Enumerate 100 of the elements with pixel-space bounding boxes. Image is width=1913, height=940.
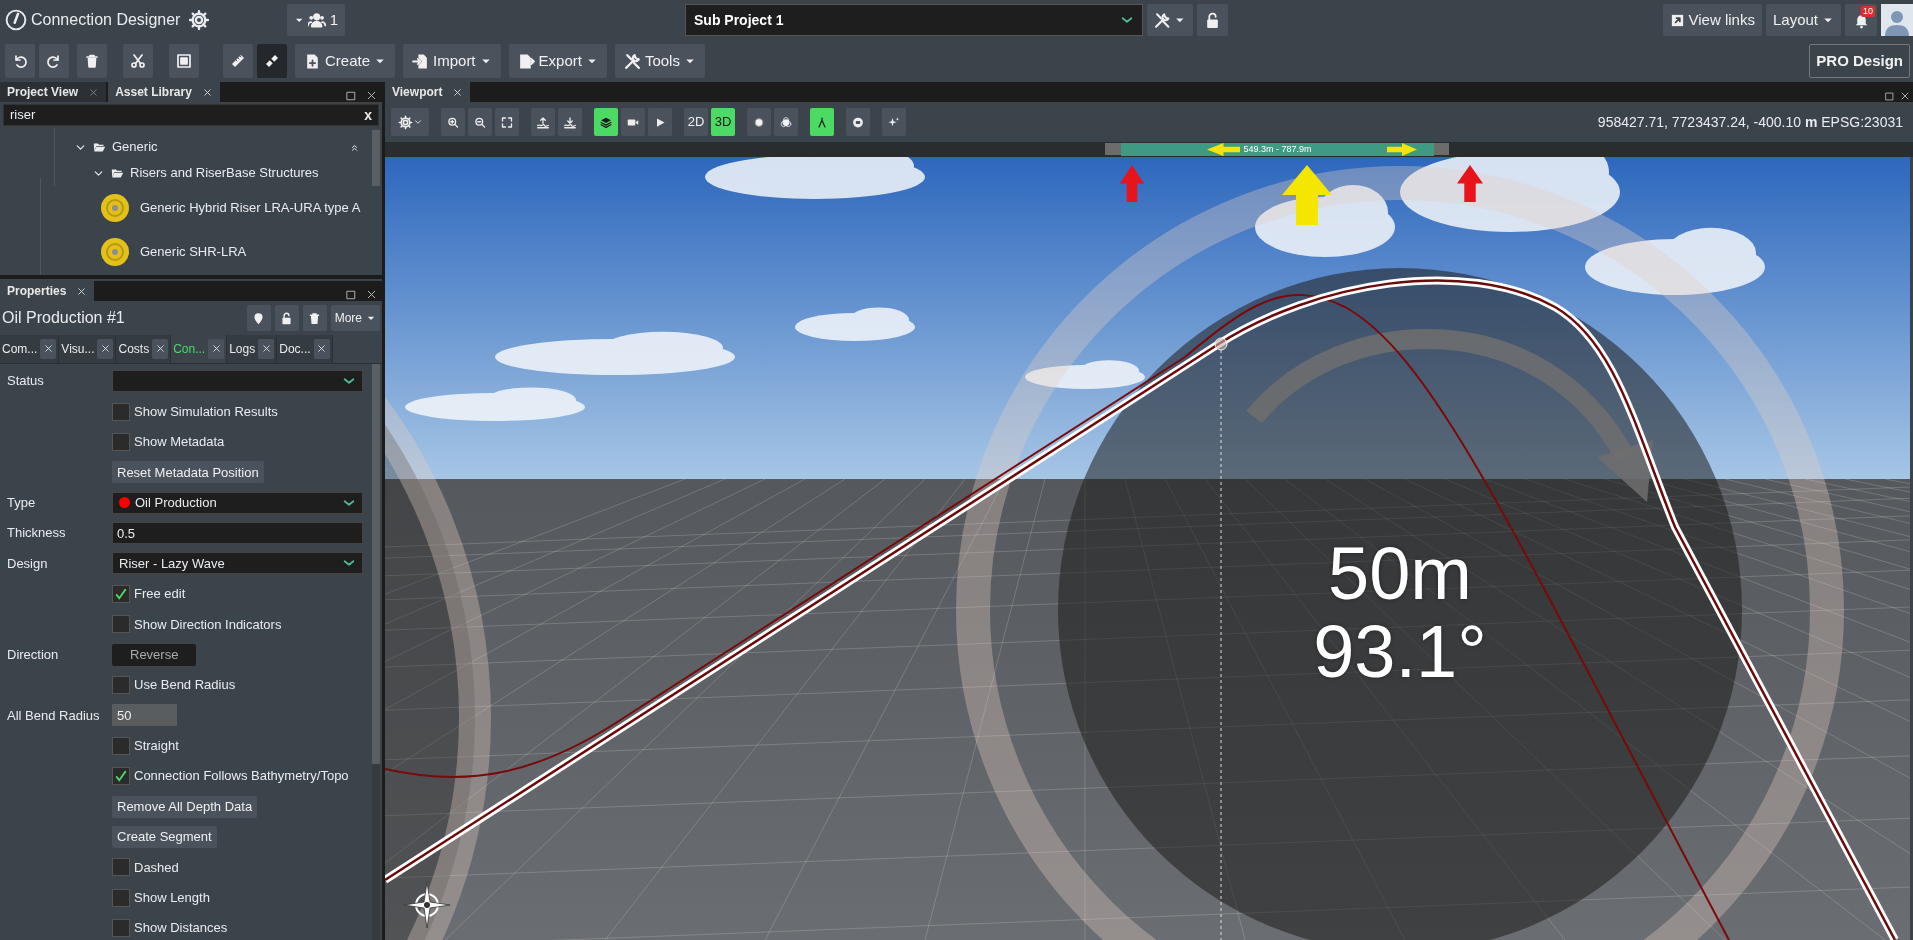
clear-search-button[interactable]: x: [364, 104, 372, 126]
asset-item[interactable]: Generic Hybrid Riser LRA-URA type A: [140, 198, 361, 218]
locate-button[interactable]: [246, 305, 271, 332]
checkbox[interactable]: [112, 858, 130, 877]
checkbox[interactable]: [112, 888, 130, 907]
camera-button[interactable]: [621, 108, 645, 136]
action-button[interactable]: Reset Metadata Position: [112, 461, 264, 484]
tab[interactable]: Doc...: [277, 334, 333, 363]
scrollbar-thumb[interactable]: [372, 130, 380, 186]
delete-button[interactable]: [77, 44, 107, 78]
checkbox-label[interactable]: Show Simulation Results: [134, 401, 278, 422]
gauge-icon: [5, 9, 27, 31]
lock-button[interactable]: [1197, 4, 1228, 36]
action-button[interactable]: Create Segment: [112, 826, 217, 848]
play-button[interactable]: [648, 108, 672, 136]
close-tab-button[interactable]: [97, 338, 114, 359]
sphere-button[interactable]: [747, 108, 771, 136]
checkbox-label[interactable]: Show Metadata: [134, 432, 225, 452]
compass-icon[interactable]: [402, 880, 452, 930]
close-tab-button[interactable]: [313, 338, 330, 359]
checkbox-label[interactable]: Connection Follows Bathymetry/Topo: [134, 766, 349, 786]
close-tab-button[interactable]: [40, 338, 57, 359]
timeline-handle[interactable]: [1105, 143, 1121, 155]
timeline-handle[interactable]: [1434, 143, 1449, 155]
notifications-button[interactable]: 10: [1845, 4, 1877, 36]
trash-icon: [84, 53, 100, 69]
tab[interactable]: Visu...: [59, 334, 117, 363]
tab[interactable]: Com...: [0, 334, 60, 363]
tree-folder[interactable]: Risers and RiserBase Structures: [130, 163, 319, 183]
pro-design-button[interactable]: PRO Design: [1809, 44, 1910, 78]
panel-tab[interactable]: Asset Library: [108, 82, 220, 102]
zoom-in-button[interactable]: [441, 108, 465, 136]
checkbox-label[interactable]: Show Length: [134, 888, 210, 908]
tools-menu-button[interactable]: [1147, 4, 1193, 36]
ruler-icon: [230, 53, 246, 69]
view-mode-button[interactable]: 2D: [684, 108, 708, 136]
tab[interactable]: Costs: [116, 334, 172, 363]
settings-icon[interactable]: [188, 9, 211, 31]
layout-button[interactable]: Layout: [1765, 4, 1841, 36]
checkbox[interactable]: [112, 402, 130, 421]
select-field[interactable]: Oil Production: [112, 491, 363, 514]
vertex-handle[interactable]: [1214, 337, 1228, 351]
checkbox-label[interactable]: Show Direction Indicators: [134, 614, 282, 634]
checkbox-label[interactable]: Free edit: [134, 584, 186, 604]
tab[interactable]: Con...: [171, 334, 228, 363]
checkbox[interactable]: [112, 919, 130, 938]
settings-menu-button[interactable]: [391, 108, 429, 136]
menu-button[interactable]: Tools: [614, 44, 705, 78]
raise-button[interactable]: [531, 108, 555, 136]
maximize-icon: [1884, 91, 1895, 102]
view-links-button[interactable]: View links: [1662, 4, 1762, 36]
lock-button[interactable]: [274, 305, 299, 332]
checkbox[interactable]: [112, 584, 130, 603]
spheres-icon: [780, 114, 792, 130]
ruler-off-button[interactable]: [257, 44, 287, 78]
close-tab-button[interactable]: [152, 338, 169, 359]
search-field[interactable]: riser x: [3, 104, 379, 126]
checkbox-label[interactable]: Show Distances: [134, 918, 228, 938]
users-button[interactable]: 1: [287, 4, 345, 36]
zoom-out-button[interactable]: [468, 108, 492, 136]
select-field[interactable]: Riser - Lazy Wave: [112, 552, 363, 575]
redo-button[interactable]: [39, 44, 69, 78]
tab[interactable]: Logs: [227, 334, 278, 363]
select-field[interactable]: [112, 370, 363, 393]
panel-tab[interactable]: Properties: [0, 281, 95, 302]
more-button[interactable]: More: [330, 305, 380, 332]
asset-item[interactable]: Generic SHR-LRA: [140, 242, 247, 262]
scrollbar-thumb[interactable]: [372, 363, 380, 764]
line-tool-button[interactable]: [810, 108, 834, 136]
layers-button[interactable]: [594, 108, 618, 136]
panel-tab[interactable]: Project View: [0, 82, 107, 102]
menu-button[interactable]: Export: [508, 44, 607, 78]
action-button[interactable]: Remove All Depth Data: [112, 795, 258, 818]
input-field[interactable]: 0.5: [112, 522, 363, 545]
checkbox[interactable]: [112, 615, 130, 634]
effects-button[interactable]: [882, 108, 906, 136]
undo-button[interactable]: [5, 44, 35, 78]
frame-button[interactable]: [169, 44, 199, 78]
tree-folder[interactable]: Generic: [112, 137, 158, 157]
view-mode-button[interactable]: 3D: [711, 108, 735, 136]
spheres-button[interactable]: [774, 108, 798, 136]
checkbox[interactable]: [112, 676, 130, 695]
fullscreen-button[interactable]: [495, 108, 519, 136]
close-tab-button[interactable]: [258, 338, 275, 359]
checkbox[interactable]: [112, 432, 130, 451]
checkbox-label[interactable]: Use Bend Radius: [134, 675, 236, 695]
cut-button[interactable]: [123, 44, 153, 78]
panel-tab[interactable]: Viewport: [385, 82, 471, 102]
checkbox[interactable]: [112, 736, 130, 755]
lower-button[interactable]: [558, 108, 582, 136]
close-tab-button[interactable]: [208, 338, 225, 359]
menu-button[interactable]: Import: [403, 44, 501, 78]
delete-button[interactable]: [302, 305, 327, 332]
checkbox-label[interactable]: Straight: [134, 736, 179, 756]
project-select[interactable]: Sub Project 1: [685, 4, 1143, 36]
checkbox[interactable]: [112, 767, 130, 786]
ruler-button[interactable]: [223, 44, 253, 78]
checkbox-label[interactable]: Dashed: [134, 857, 179, 878]
record-button[interactable]: [846, 108, 870, 136]
menu-button[interactable]: Create: [295, 44, 396, 78]
